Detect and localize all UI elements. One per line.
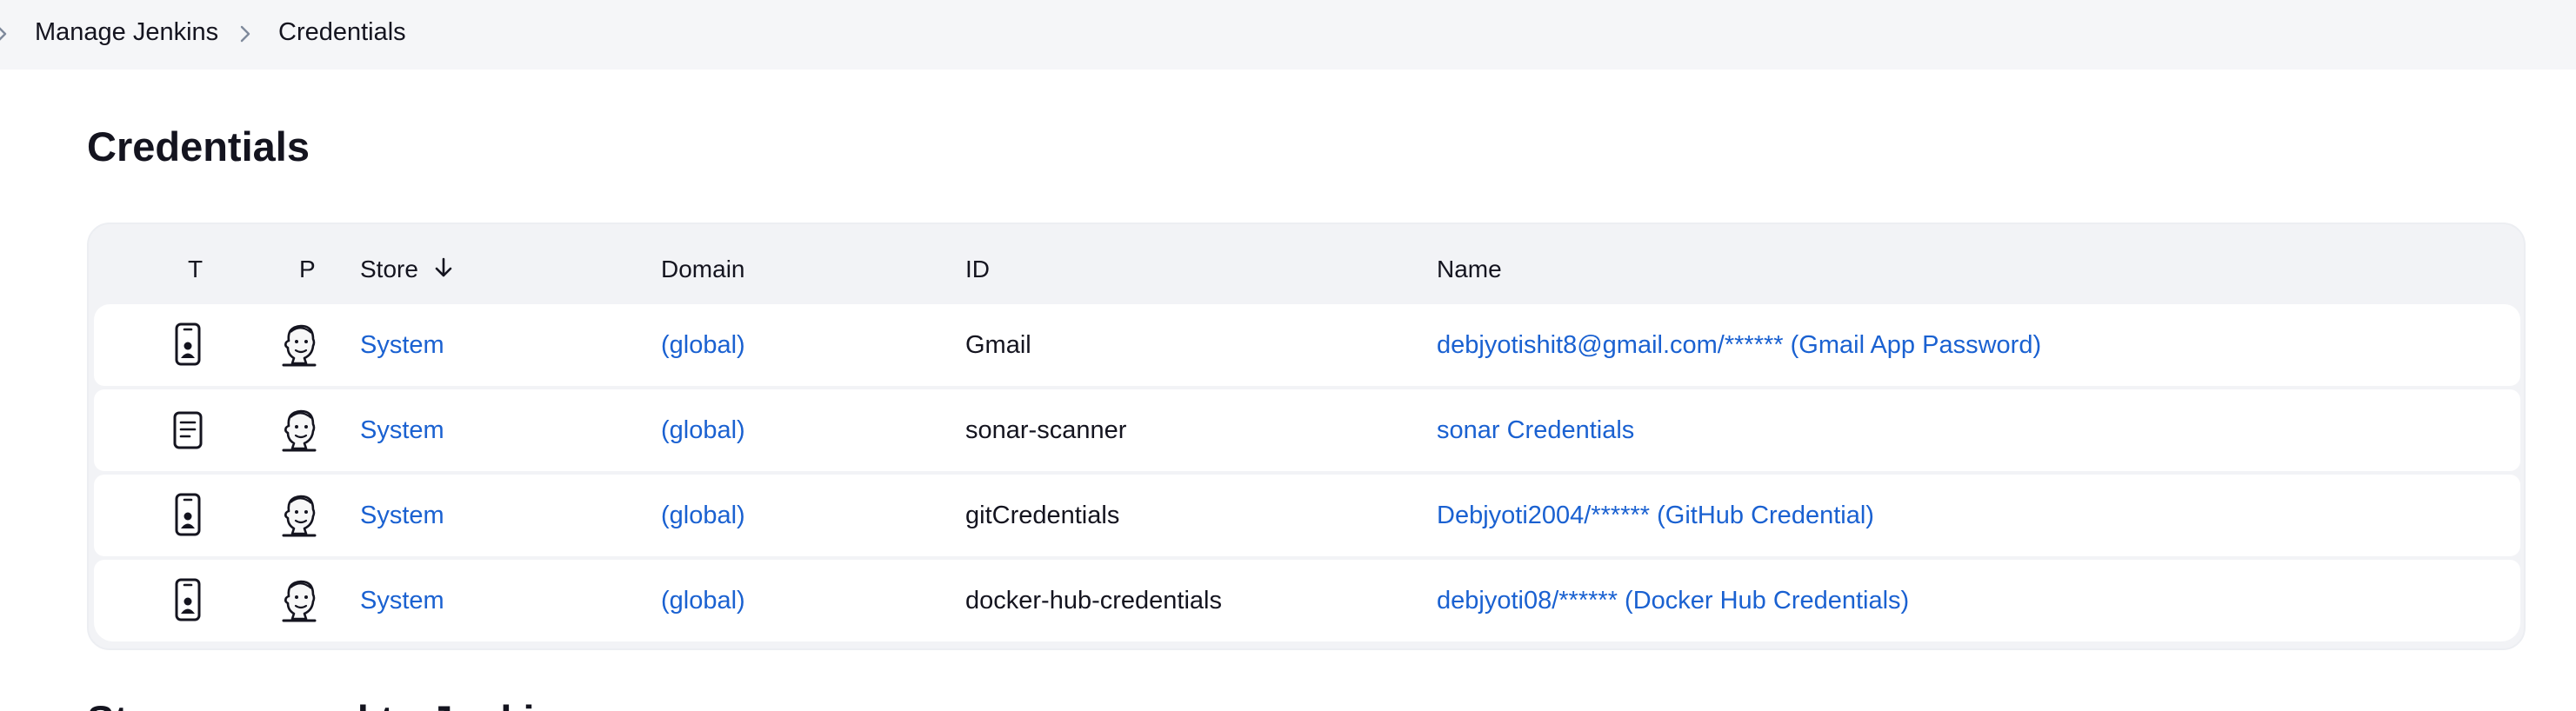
section-title-stores-scoped: Stores scoped to Jenkins xyxy=(87,695,582,711)
store-link[interactable]: System xyxy=(360,411,444,449)
column-header-store[interactable]: Store xyxy=(360,250,453,290)
table-row: System (global) docker-hub-credentials d… xyxy=(94,560,2520,641)
table-row: System (global) Gmail debjyotishit8@gmai… xyxy=(94,304,2520,386)
credential-name-link[interactable]: Debjyoti2004/****** (GitHub Credential) xyxy=(1437,496,1874,535)
jenkins-icon xyxy=(275,490,324,541)
jenkins-icon xyxy=(275,575,324,626)
secret-text-icon xyxy=(164,405,212,455)
column-header-name[interactable]: Name xyxy=(1437,250,1502,289)
username-password-icon xyxy=(164,490,212,541)
chevron-right-icon xyxy=(237,21,254,47)
domain-link[interactable]: (global) xyxy=(661,411,745,449)
domain-link[interactable]: (global) xyxy=(661,496,745,535)
table-row: System (global) gitCredentials Debjyoti2… xyxy=(94,475,2520,556)
credential-name-link[interactable]: debjyoti08/****** (Docker Hub Credential… xyxy=(1437,581,1909,620)
arrow-down-icon xyxy=(434,252,453,290)
credentials-table: T P Store Domain ID Name System (global)… xyxy=(87,223,2526,650)
column-header-domain[interactable]: Domain xyxy=(661,250,744,289)
column-header-store-label: Store xyxy=(360,256,418,282)
credential-id: sonar-scanner xyxy=(965,416,1127,444)
username-password-icon xyxy=(164,320,212,370)
column-header-id[interactable]: ID xyxy=(965,250,990,289)
column-header-type[interactable]: T xyxy=(188,250,203,289)
username-password-icon xyxy=(164,575,212,626)
breadcrumb-item-credentials[interactable]: Credentials xyxy=(278,17,406,48)
credential-id: Gmail xyxy=(965,331,1031,359)
credential-name-link[interactable]: debjyotishit8@gmail.com/****** (Gmail Ap… xyxy=(1437,326,2041,364)
breadcrumb-item-manage-jenkins[interactable]: Manage Jenkins xyxy=(35,17,218,48)
store-link[interactable]: System xyxy=(360,326,444,364)
domain-link[interactable]: (global) xyxy=(661,581,745,620)
jenkins-icon xyxy=(275,405,324,455)
store-link[interactable]: System xyxy=(360,581,444,620)
chevron-right-icon xyxy=(0,21,10,47)
breadcrumb: Manage Jenkins Credentials xyxy=(0,0,2576,70)
domain-link[interactable]: (global) xyxy=(661,326,745,364)
store-link[interactable]: System xyxy=(360,496,444,535)
credential-id: docker-hub-credentials xyxy=(965,587,1222,615)
credential-id: gitCredentials xyxy=(965,502,1120,529)
credential-name-link[interactable]: sonar Credentials xyxy=(1437,411,1634,449)
column-header-provider[interactable]: P xyxy=(299,250,316,289)
page-title: Credentials xyxy=(87,123,310,169)
jenkins-icon xyxy=(275,320,324,370)
table-row: System (global) sonar-scanner sonar Cred… xyxy=(94,389,2520,471)
